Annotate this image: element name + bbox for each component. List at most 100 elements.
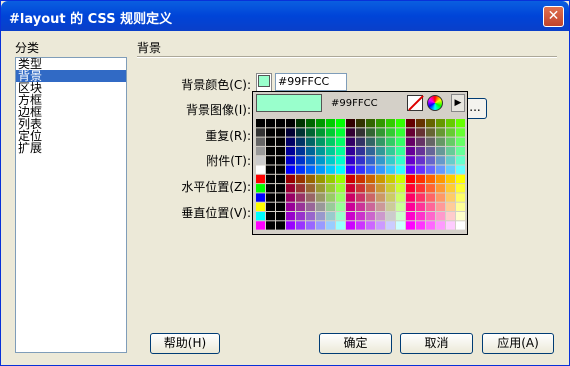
color-swatch-cell[interactable] xyxy=(326,146,335,156)
color-swatch-cell[interactable] xyxy=(406,146,415,156)
color-swatch-cell[interactable] xyxy=(416,212,425,221)
color-swatch-cell[interactable] xyxy=(316,193,325,202)
color-swatch-cell[interactable] xyxy=(266,128,275,137)
color-swatch-cell[interactable] xyxy=(336,184,345,193)
color-swatch-cell[interactable] xyxy=(416,193,425,202)
color-swatch-grid[interactable] xyxy=(256,119,466,231)
color-swatch-cell[interactable] xyxy=(326,212,335,221)
color-swatch-cell[interactable] xyxy=(256,202,265,211)
color-swatch-cell[interactable] xyxy=(256,119,265,128)
color-swatch-cell[interactable] xyxy=(436,119,445,128)
color-swatch-cell[interactable] xyxy=(336,146,345,156)
color-swatch-cell[interactable] xyxy=(286,156,295,165)
color-swatch-cell[interactable] xyxy=(376,193,385,202)
color-swatch-cell[interactable] xyxy=(436,174,445,184)
color-swatch-cell[interactable] xyxy=(336,193,345,202)
color-swatch-cell[interactable] xyxy=(336,137,345,146)
color-swatch-cell[interactable] xyxy=(386,184,395,193)
color-swatch-cell[interactable] xyxy=(436,146,445,156)
color-swatch-cell[interactable] xyxy=(346,156,355,165)
color-swatch-cell[interactable] xyxy=(376,137,385,146)
color-swatch-cell[interactable] xyxy=(446,165,455,174)
color-swatch-cell[interactable] xyxy=(306,165,315,174)
color-swatch-cell[interactable] xyxy=(426,202,435,211)
color-swatch-cell[interactable] xyxy=(286,119,295,128)
color-swatch-cell[interactable] xyxy=(446,202,455,211)
color-swatch-cell[interactable] xyxy=(426,119,435,128)
color-swatch-cell[interactable] xyxy=(436,193,445,202)
color-swatch-cell[interactable] xyxy=(266,193,275,202)
color-swatch-cell[interactable] xyxy=(446,193,455,202)
color-swatch-cell[interactable] xyxy=(366,137,375,146)
color-swatch-cell[interactable] xyxy=(396,119,405,128)
color-swatch-cell[interactable] xyxy=(326,156,335,165)
color-swatch-cell[interactable] xyxy=(266,174,275,184)
color-swatch-cell[interactable] xyxy=(316,119,325,128)
color-swatch-cell[interactable] xyxy=(276,184,285,193)
color-swatch-cell[interactable] xyxy=(316,212,325,221)
color-swatch-cell[interactable] xyxy=(386,212,395,221)
color-swatch-cell[interactable] xyxy=(416,221,425,230)
color-swatch-cell[interactable] xyxy=(366,202,375,211)
color-swatch-cell[interactable] xyxy=(326,193,335,202)
color-swatch-cell[interactable] xyxy=(356,128,365,137)
color-swatch-cell[interactable] xyxy=(456,146,465,156)
color-swatch-cell[interactable] xyxy=(276,165,285,174)
color-swatch-cell[interactable] xyxy=(346,174,355,184)
color-swatch-cell[interactable] xyxy=(336,221,345,230)
close-button[interactable]: ✕ xyxy=(543,6,564,27)
color-swatch-cell[interactable] xyxy=(276,146,285,156)
color-swatch-cell[interactable] xyxy=(296,128,305,137)
color-swatch-cell[interactable] xyxy=(326,174,335,184)
color-swatch-cell[interactable] xyxy=(256,137,265,146)
color-swatch-cell[interactable] xyxy=(306,184,315,193)
color-swatch-cell[interactable] xyxy=(356,184,365,193)
color-swatch-cell[interactable] xyxy=(256,212,265,221)
picker-menu-arrow-icon[interactable]: ▶ xyxy=(451,94,465,112)
color-swatch-cell[interactable] xyxy=(376,212,385,221)
color-swatch-cell[interactable] xyxy=(256,174,265,184)
color-swatch-cell[interactable] xyxy=(326,221,335,230)
color-swatch-cell[interactable] xyxy=(366,156,375,165)
color-swatch-cell[interactable] xyxy=(406,165,415,174)
color-swatch-cell[interactable] xyxy=(316,184,325,193)
color-swatch-cell[interactable] xyxy=(456,184,465,193)
color-swatch-cell[interactable] xyxy=(366,165,375,174)
color-swatch-cell[interactable] xyxy=(316,221,325,230)
color-swatch-cell[interactable] xyxy=(286,184,295,193)
color-swatch-cell[interactable] xyxy=(376,156,385,165)
color-swatch-cell[interactable] xyxy=(396,165,405,174)
color-swatch-cell[interactable] xyxy=(346,193,355,202)
color-swatch-cell[interactable] xyxy=(326,128,335,137)
color-swatch-cell[interactable] xyxy=(336,128,345,137)
ok-button[interactable]: 确定 xyxy=(319,333,392,354)
color-swatch-cell[interactable] xyxy=(456,174,465,184)
color-swatch-cell[interactable] xyxy=(356,174,365,184)
color-swatch-cell[interactable] xyxy=(416,156,425,165)
color-swatch-cell[interactable] xyxy=(376,165,385,174)
color-swatch-cell[interactable] xyxy=(266,119,275,128)
color-swatch-cell[interactable] xyxy=(436,221,445,230)
color-swatch-cell[interactable] xyxy=(376,146,385,156)
color-swatch-cell[interactable] xyxy=(346,184,355,193)
color-swatch-cell[interactable] xyxy=(406,184,415,193)
color-swatch-cell[interactable] xyxy=(426,128,435,137)
color-swatch-cell[interactable] xyxy=(376,174,385,184)
color-swatch-cell[interactable] xyxy=(346,212,355,221)
color-swatch-cell[interactable] xyxy=(386,165,395,174)
color-swatch-cell[interactable] xyxy=(406,202,415,211)
color-swatch-cell[interactable] xyxy=(296,212,305,221)
color-swatch-cell[interactable] xyxy=(456,193,465,202)
color-swatch-cell[interactable] xyxy=(276,212,285,221)
color-swatch-cell[interactable] xyxy=(456,128,465,137)
color-swatch-cell[interactable] xyxy=(336,165,345,174)
color-swatch-cell[interactable] xyxy=(356,146,365,156)
color-swatch-cell[interactable] xyxy=(306,119,315,128)
color-swatch-cell[interactable] xyxy=(386,221,395,230)
color-swatch-cell[interactable] xyxy=(296,202,305,211)
color-swatch-cell[interactable] xyxy=(436,212,445,221)
color-swatch-cell[interactable] xyxy=(406,156,415,165)
color-swatch-cell[interactable] xyxy=(306,193,315,202)
color-swatch-cell[interactable] xyxy=(406,174,415,184)
color-swatch-cell[interactable] xyxy=(296,165,305,174)
